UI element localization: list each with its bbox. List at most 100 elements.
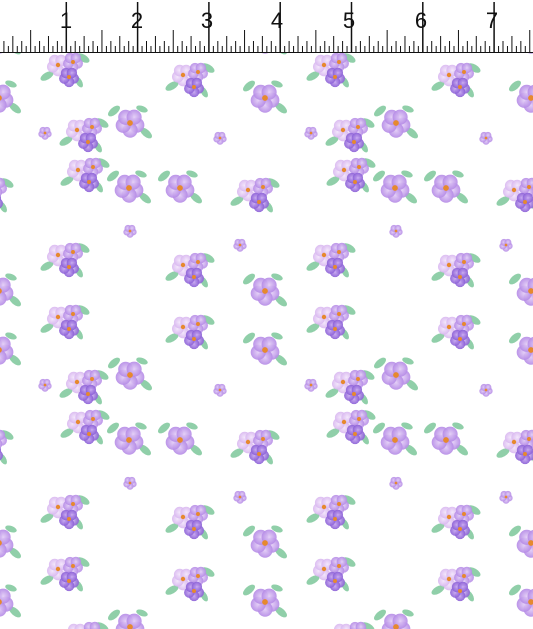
flower-motif [108,357,152,391]
flower [516,277,533,306]
flower [515,444,533,465]
flower [450,581,470,602]
flower-motif [424,170,468,204]
flower-motif [60,409,110,445]
flower-motif [325,117,375,153]
flower [325,319,345,340]
flower [450,77,470,98]
flower [59,571,79,592]
flower-motif [424,422,468,456]
flower [114,174,144,203]
flower [38,126,52,140]
flower [79,172,99,193]
flower [115,361,145,390]
flower [516,529,533,558]
flower-motif [326,409,376,445]
flower [516,588,533,617]
flower-motif [0,53,21,55]
flower-motif [499,238,513,252]
flower-motif [40,556,90,592]
flower-motif [40,304,90,340]
flower-motif [0,584,21,618]
flower [450,329,470,350]
flower [261,53,269,54]
flower-motif [243,273,287,307]
flower [389,224,403,238]
flower-motif [479,131,493,145]
flower [325,509,345,530]
flower-motif [389,224,403,238]
flower-motif [243,584,287,618]
flower [389,476,403,490]
flower [304,126,318,140]
flower-motif [496,429,533,465]
flower [450,519,470,540]
flower-motif [431,314,481,350]
flower-motif [67,621,109,629]
flower [233,238,247,252]
flower-motif [373,422,417,456]
flower-motif [325,369,375,405]
flower-motif [108,609,148,629]
floral-fabric-pattern [0,53,533,629]
flower-motif [107,422,151,456]
flower [345,424,365,445]
flower-motif [233,238,247,252]
flower-motif [304,126,318,140]
flower-motif [165,314,215,350]
flower-motif [306,53,356,88]
flower-motif [38,378,52,392]
flower-motif [374,609,414,629]
inch-ruler: 1 2 3 4 5 6 7 [0,0,533,53]
flower-motif [60,157,110,193]
flower-motif [233,490,247,504]
flower [184,267,204,288]
flower [325,257,345,278]
flower [527,53,533,54]
flower [516,84,533,113]
flower-motif [213,131,227,145]
flower-motif [165,504,215,540]
flower-motif [0,525,21,559]
flower-motif [213,383,227,397]
flower [381,361,411,390]
flower-motif [230,429,280,465]
flower [38,378,52,392]
flower-motif [306,494,356,530]
flower [165,174,195,203]
flower [79,424,99,445]
ruler-number-5: 5 [342,8,356,33]
flower-motif [107,170,151,204]
flower [78,132,98,153]
flower-motif [389,476,403,490]
flower [213,131,227,145]
flower-motif [165,62,215,98]
flower-motif [431,252,481,288]
flower [431,174,461,203]
flower-motif [0,273,21,307]
flower-motif [123,476,137,490]
flower-motif [59,117,109,153]
ruler-ticks [3,2,531,52]
flower [431,426,461,455]
flower [304,378,318,392]
flower [115,109,145,138]
flower [115,613,145,629]
flower [165,426,195,455]
flower-motif [0,429,14,465]
flower [250,277,280,306]
flower [479,131,493,145]
flower-motif [158,422,202,456]
flower-motif [165,566,215,602]
flower [325,571,345,592]
flower-motif [479,383,493,397]
flower [250,336,280,365]
floral-print [0,53,533,629]
flower-motif [509,332,533,365]
ruler-number-7: 7 [485,8,499,33]
flower-motif [243,525,287,559]
flower-motif [0,332,21,366]
leaf [9,53,21,55]
flower [515,192,533,213]
flower [344,132,364,153]
